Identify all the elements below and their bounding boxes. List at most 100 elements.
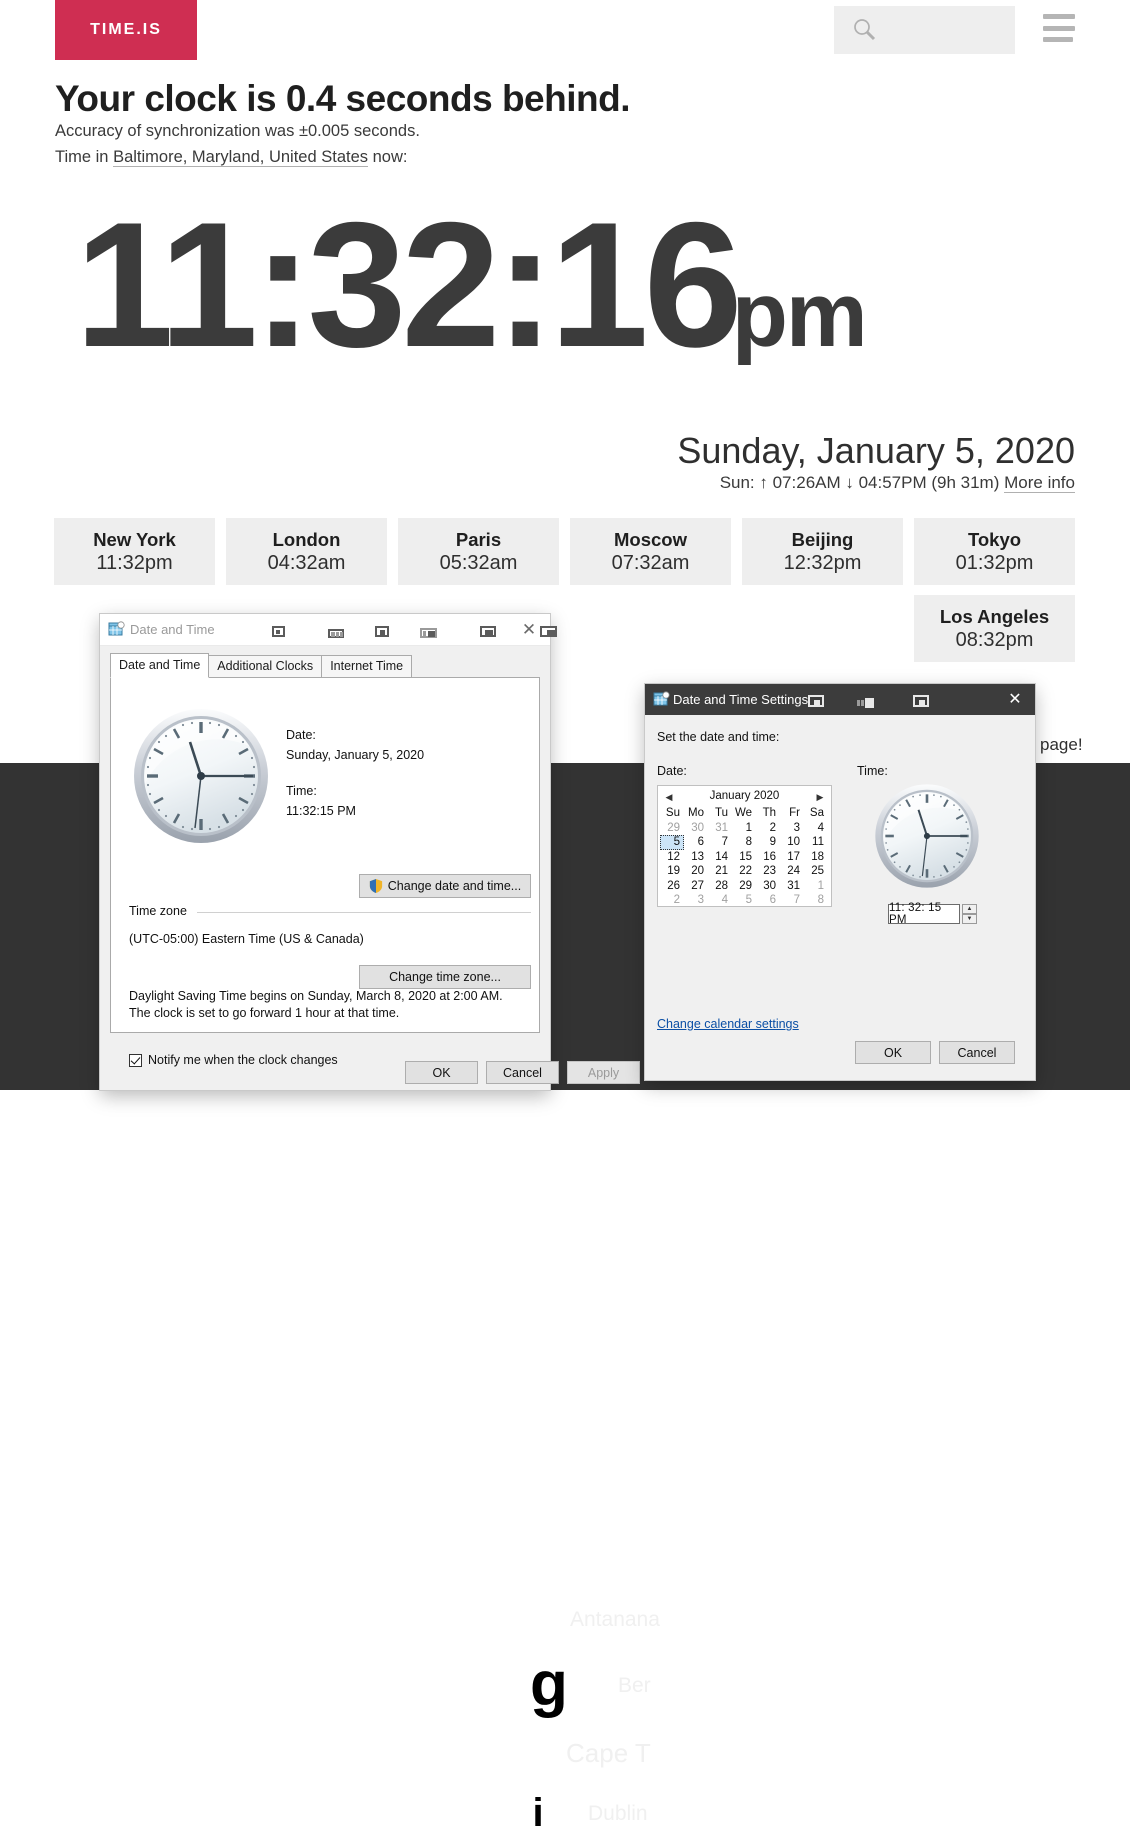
calendar-day[interactable]: 7 bbox=[708, 835, 732, 850]
calendar-day[interactable]: 29 bbox=[732, 879, 756, 894]
calendar-widget[interactable]: ◀ January 2020 ▶ SuMoTuWeThFrSa293031123… bbox=[657, 785, 832, 907]
calendar-day[interactable]: 15 bbox=[732, 850, 756, 865]
ok-button[interactable]: OK bbox=[405, 1061, 478, 1084]
site-logo[interactable]: TIME.IS bbox=[55, 0, 197, 60]
calendar-day-selected[interactable]: 5 bbox=[660, 835, 684, 850]
city-tile[interactable]: Los Angeles 08:32pm bbox=[914, 595, 1075, 662]
city-tile[interactable]: New York 11:32pm bbox=[54, 518, 215, 585]
calendar-grid[interactable]: SuMoTuWeThFrSa29303112345678910111213141… bbox=[658, 806, 831, 908]
close-icon[interactable]: ✕ bbox=[518, 619, 540, 641]
chevron-right-icon[interactable]: ▶ bbox=[814, 791, 826, 803]
city-tile[interactable]: Moscow 07:32am bbox=[570, 518, 731, 585]
city-tile[interactable]: Tokyo 01:32pm bbox=[914, 518, 1075, 585]
calendar-day[interactable]: 30 bbox=[756, 879, 780, 894]
calendar-day[interactable]: 6 bbox=[684, 835, 708, 850]
window-layout-icon-1[interactable] bbox=[808, 694, 824, 712]
more-info-link[interactable]: More info bbox=[1004, 473, 1075, 493]
city-time: 01:32pm bbox=[956, 552, 1034, 575]
window-layout-icon-3[interactable] bbox=[913, 694, 929, 712]
city-name: Tokyo bbox=[968, 529, 1021, 551]
calendar-day[interactable]: 31 bbox=[708, 821, 732, 836]
city-name: Beijing bbox=[792, 529, 854, 551]
footer-city-berlin[interactable]: Ber bbox=[618, 1674, 651, 1698]
spinner-down-icon[interactable]: ▼ bbox=[962, 914, 977, 924]
calendar-day[interactable]: 2 bbox=[660, 893, 684, 908]
time-spinner[interactable]: 11: 32: 15 PM ▲ ▼ bbox=[888, 904, 977, 924]
settings-dialog-titlebar[interactable]: Date and Time Settings ✕ bbox=[645, 684, 1035, 715]
city-time: 07:32am bbox=[612, 552, 690, 575]
calendar-day[interactable]: 11 bbox=[804, 835, 828, 850]
calendar-day[interactable]: 26 bbox=[660, 879, 684, 894]
location-link[interactable]: Baltimore, Maryland, United States bbox=[113, 148, 368, 167]
calendar-day[interactable]: 14 bbox=[708, 850, 732, 865]
tab-additional-clocks[interactable]: Additional Clocks bbox=[208, 655, 322, 678]
window-layout-icon-3[interactable] bbox=[375, 624, 389, 642]
window-layout-icon-2[interactable] bbox=[328, 625, 344, 643]
calendar-day[interactable]: 19 bbox=[660, 864, 684, 879]
calendar-day[interactable]: 16 bbox=[756, 850, 780, 865]
calendar-day[interactable]: 5 bbox=[732, 893, 756, 908]
calendar-day[interactable]: 22 bbox=[732, 864, 756, 879]
calendar-day[interactable]: 24 bbox=[780, 864, 804, 879]
spinner-up-icon[interactable]: ▲ bbox=[962, 904, 977, 914]
change-date-and-time-button[interactable]: Change date and time... bbox=[359, 874, 531, 898]
calendar-day[interactable]: 1 bbox=[804, 879, 828, 894]
tab-date-and-time[interactable]: Date and Time bbox=[110, 653, 209, 678]
calendar-day[interactable]: 18 bbox=[804, 850, 828, 865]
ok-button[interactable]: OK bbox=[855, 1041, 931, 1064]
calendar-day[interactable]: 3 bbox=[684, 893, 708, 908]
calendar-day[interactable]: 12 bbox=[660, 850, 684, 865]
spinner-buttons[interactable]: ▲ ▼ bbox=[962, 904, 977, 924]
calendar-day[interactable]: 30 bbox=[684, 821, 708, 836]
calendar-day[interactable]: 9 bbox=[756, 835, 780, 850]
calendar-day[interactable]: 6 bbox=[756, 893, 780, 908]
time-input[interactable]: 11: 32: 15 PM bbox=[888, 904, 960, 924]
calendar-day[interactable]: 4 bbox=[804, 821, 828, 836]
dialog-tabs: Date and Time Additional Clocks Internet… bbox=[110, 656, 411, 678]
calendar-day[interactable]: 8 bbox=[804, 893, 828, 908]
notify-checkbox[interactable] bbox=[129, 1054, 142, 1067]
calendar-day[interactable]: 10 bbox=[780, 835, 804, 850]
window-layout-icon-2[interactable] bbox=[857, 695, 875, 713]
window-layout-icon-5[interactable] bbox=[480, 624, 496, 642]
search-input[interactable] bbox=[834, 6, 1015, 54]
footer-city-cape-town[interactable]: Cape T bbox=[566, 1738, 651, 1769]
window-layout-icon-6[interactable] bbox=[540, 624, 557, 642]
analog-clock-icon bbox=[873, 782, 981, 890]
calendar-day[interactable]: 21 bbox=[708, 864, 732, 879]
city-tile[interactable]: Paris 05:32am bbox=[398, 518, 559, 585]
city-tile[interactable]: London 04:32am bbox=[226, 518, 387, 585]
city-tile[interactable]: Beijing 12:32pm bbox=[742, 518, 903, 585]
city-name: Moscow bbox=[614, 529, 687, 551]
calendar-day[interactable]: 3 bbox=[780, 821, 804, 836]
tab-internet-time[interactable]: Internet Time bbox=[321, 655, 412, 678]
calendar-day[interactable]: 2 bbox=[756, 821, 780, 836]
calendar-day[interactable]: 25 bbox=[804, 864, 828, 879]
close-icon[interactable]: ✕ bbox=[1003, 688, 1027, 710]
chevron-left-icon[interactable]: ◀ bbox=[663, 791, 675, 803]
footer-city-antananarivo[interactable]: Antanana bbox=[570, 1608, 660, 1632]
calendar-day[interactable]: 23 bbox=[756, 864, 780, 879]
window-layout-icon-4[interactable] bbox=[420, 625, 437, 643]
calendar-day[interactable]: 29 bbox=[660, 821, 684, 836]
cancel-button[interactable]: Cancel bbox=[939, 1041, 1015, 1064]
calendar-day[interactable]: 20 bbox=[684, 864, 708, 879]
hamburger-menu-icon[interactable] bbox=[1043, 14, 1075, 42]
calendar-day[interactable]: 8 bbox=[732, 835, 756, 850]
calendar-day[interactable]: 4 bbox=[708, 893, 732, 908]
calendar-month-title[interactable]: January 2020 bbox=[710, 790, 780, 802]
footer-city-dublin[interactable]: Dublin bbox=[588, 1802, 648, 1826]
calendar-day[interactable]: 13 bbox=[684, 850, 708, 865]
calendar-day[interactable]: 17 bbox=[780, 850, 804, 865]
cancel-button[interactable]: Cancel bbox=[486, 1061, 559, 1084]
change-calendar-settings-link[interactable]: Change calendar settings bbox=[657, 1017, 799, 1031]
dialog-titlebar[interactable]: Date and Time bbox=[100, 614, 550, 646]
calendar-day[interactable]: 27 bbox=[684, 879, 708, 894]
calendar-day[interactable]: 7 bbox=[780, 893, 804, 908]
calendar-day[interactable]: 31 bbox=[780, 879, 804, 894]
calendar-day[interactable]: 1 bbox=[732, 821, 756, 836]
window-layout-icon-1[interactable] bbox=[272, 624, 285, 642]
change-time-zone-button[interactable]: Change time zone... bbox=[359, 965, 531, 989]
calendar-day[interactable]: 28 bbox=[708, 879, 732, 894]
notify-clock-changes-row[interactable]: Notify me when the clock changes bbox=[129, 1053, 338, 1067]
